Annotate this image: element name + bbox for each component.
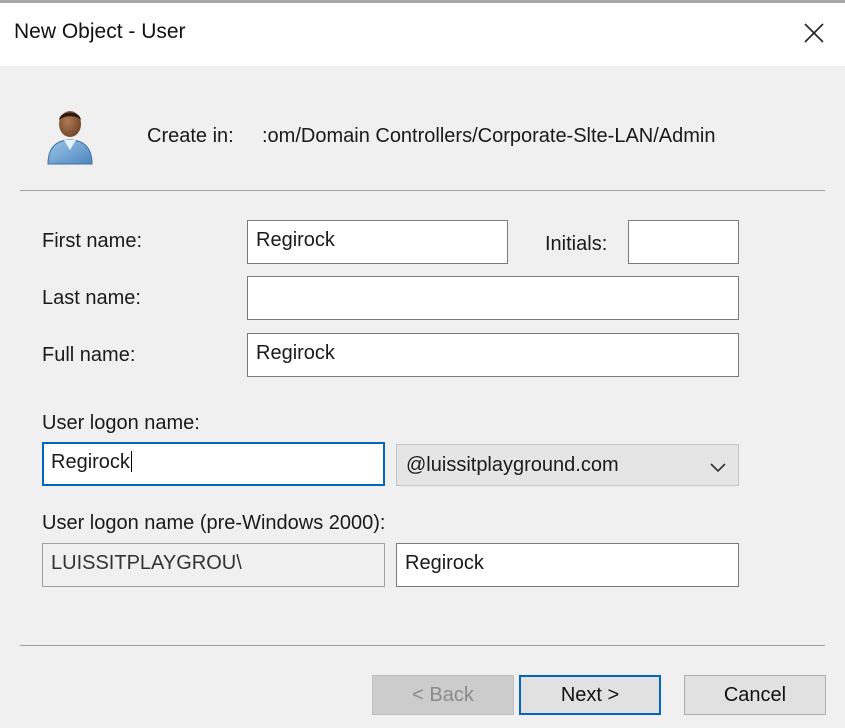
logon-name-label: User logon name: (42, 412, 200, 434)
logon-name-value: Regirock (51, 451, 130, 473)
close-button[interactable] (785, 0, 845, 66)
separator-bottom (20, 645, 825, 646)
window-top-edge (0, 0, 845, 3)
text-caret (130, 451, 132, 472)
upn-suffix-value: @luissitplayground.com (406, 454, 619, 476)
back-button[interactable]: < Back (372, 675, 514, 715)
title-bar: New Object - User (0, 0, 845, 66)
last-name-field[interactable] (247, 276, 739, 320)
chevron-down-icon (710, 463, 726, 473)
logon-name-field[interactable]: Regirock (42, 442, 385, 486)
upn-suffix-dropdown[interactable]: @luissitplayground.com (396, 444, 739, 486)
next-button[interactable]: Next > (519, 675, 661, 715)
separator-top (20, 190, 825, 191)
new-user-dialog: New Object - User Create in: :om/Domain … (0, 0, 845, 728)
dialog-title: New Object - User (14, 20, 186, 43)
full-name-label: Full name: (42, 344, 136, 366)
create-in-label: Create in: (147, 125, 234, 147)
create-in-path: :om/Domain Controllers/Corporate-Slte-LA… (262, 125, 716, 147)
pre2000-domain-field (42, 543, 385, 587)
initials-label: Initials: (545, 233, 608, 255)
full-name-field[interactable] (247, 333, 739, 377)
close-icon (804, 23, 824, 43)
initials-field[interactable] (628, 220, 739, 264)
cancel-button[interactable]: Cancel (684, 675, 826, 715)
pre2000-logon-field[interactable] (396, 543, 739, 587)
first-name-label: First name: (42, 230, 143, 252)
pre2000-label: User logon name (pre-Windows 2000): (42, 512, 386, 534)
first-name-field[interactable] (247, 220, 508, 264)
user-icon (47, 111, 93, 165)
last-name-label: Last name: (42, 287, 141, 309)
